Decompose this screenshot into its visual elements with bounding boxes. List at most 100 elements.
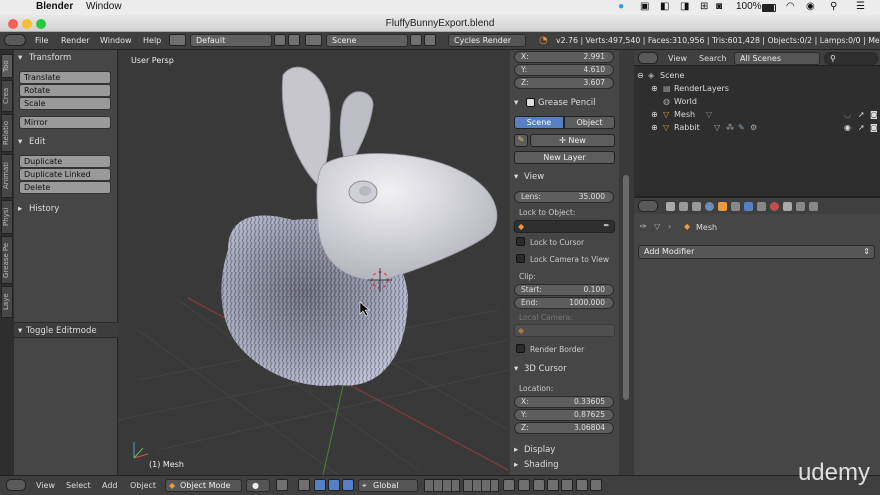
mirror-button[interactable]: Mirror [19,116,111,129]
data-tab-icon[interactable] [757,202,766,211]
status-icon-3[interactable]: ◨ [680,1,689,12]
location-y-field[interactable]: Y: 4.610 [514,64,614,76]
twitter-icon[interactable]: ● [618,1,624,12]
opengl-anim-icon[interactable] [590,479,602,491]
viewport-editor-icon[interactable] [6,479,26,491]
collapse-icon[interactable]: ⊖ [637,69,644,82]
outliner-menu-view[interactable]: View [668,54,687,63]
outliner-row-renderlayers[interactable]: ⊕ ▤ RenderLayers [634,82,880,95]
grease-pencil-collapse-icon[interactable]: ▾ [514,98,518,108]
scrollbar-thumb[interactable] [623,175,629,400]
menu-icon[interactable]: ☰ [856,1,865,12]
new-layer-button[interactable]: New Layer [514,151,615,164]
render-border-checkbox[interactable] [516,344,525,353]
menu-view[interactable]: View [36,481,55,490]
outliner-filter-dropdown[interactable]: All Scenes [734,52,820,65]
translate-manipulator-icon[interactable] [314,479,326,491]
expand-icon-mesh[interactable]: ⊕ [651,108,658,121]
duplicate-button[interactable]: Duplicate [19,155,111,168]
outliner-row-mesh[interactable]: ⊕ ▽ Mesh ▽ ◡ ➚ ◙ [634,108,880,121]
cursor-x-field[interactable]: X: 0.33605 [514,396,614,408]
outliner-row-rabbit[interactable]: ⊕ ▽ Rabbit ▽ ⁂ ✎ ⚙ ◉ ➚ ◙ [634,121,880,134]
clip-end-field[interactable]: End: 1000.000 [514,297,614,309]
snap-toggle-icon[interactable] [533,479,545,491]
physics-tab-icon[interactable] [809,202,818,211]
menu-window[interactable]: Window [100,36,132,45]
outliner-menu-search[interactable]: Search [699,54,726,63]
modifiers-tab-icon[interactable] [744,202,753,211]
expand-icon-rabbit[interactable]: ⊕ [651,121,658,134]
gp-new-button[interactable]: ✛ New [530,134,615,147]
tab-create[interactable]: Crea [1,80,13,112]
zoom-window-button[interactable] [36,19,46,29]
transform-collapse-icon[interactable]: ▾ [18,53,22,63]
tab-grease-pencil[interactable]: Grease Pe [1,236,13,284]
lock-object-field[interactable]: ◆ ✒ [514,220,615,233]
location-x-field[interactable]: X: 2.991 [514,51,614,63]
outliner-row-scene[interactable]: ⊖ ◈ Scene [634,69,880,82]
tab-tools[interactable]: Too [1,54,13,78]
history-title[interactable]: History [29,204,59,214]
mode-dropdown[interactable]: ◆ Object Mode [165,479,242,492]
add-scene-button[interactable] [410,34,422,46]
rabbit-head[interactable] [316,153,498,281]
rotate-manipulator-icon[interactable] [328,479,340,491]
search-icon[interactable]: ⚲ [830,1,837,12]
pin-icon[interactable]: ✑ [640,222,647,231]
texture-tab-icon[interactable] [783,202,792,211]
add-modifier-dropdown[interactable]: Add Modifier ⇕ [638,245,875,259]
world-tab-icon[interactable] [705,202,714,211]
manipulator-toggle-icon[interactable] [298,479,310,491]
scene-field[interactable]: Scene [326,34,408,47]
render-preview-icon[interactable] [561,479,573,491]
constraints-tab-icon[interactable] [731,202,740,211]
screen-layout-icon[interactable] [169,34,186,46]
scale-manipulator-icon[interactable] [342,479,354,491]
location-z-field[interactable]: Z: 3.607 [514,77,614,89]
transform-orientation-dropdown[interactable]: ⌖ Global [358,479,418,492]
app-menu-blender[interactable]: Blender [36,1,73,12]
close-window-button[interactable] [8,19,18,29]
outliner-editor-icon[interactable] [638,52,658,64]
render-tab-icon[interactable] [666,202,675,211]
visibility-eye-icon-rabbit[interactable]: ◉ [844,121,851,134]
layer-buttons-2[interactable] [463,479,499,492]
edit-title[interactable]: Edit [29,137,45,147]
layer-buttons-1[interactable] [424,479,460,492]
render-camera-icon-rabbit[interactable]: ◙ [870,121,878,134]
outliner-row-world[interactable]: ◍ World [634,95,880,108]
operator-collapse-icon[interactable]: ▾ [18,326,22,336]
gp-tab-scene[interactable]: Scene [514,116,564,129]
user-icon[interactable]: ◉ [806,1,815,12]
lens-field[interactable]: Lens: 35.000 [514,191,614,203]
outliner-search-input[interactable]: ⚲ [824,52,878,65]
particles-tab-icon[interactable] [796,202,805,211]
render-engine-dropdown[interactable]: Cycles Render [448,34,526,47]
battery-icon[interactable] [762,4,776,12]
viewport-shading-dropdown[interactable]: ● [246,479,270,492]
status-icon[interactable]: ▣ [640,1,649,12]
add-layout-button[interactable] [274,34,286,46]
scene-tab-icon[interactable] [692,202,701,211]
rotate-button[interactable]: Rotate [19,84,111,97]
tab-physics[interactable]: Physi [1,200,13,234]
minimize-window-button[interactable] [22,19,32,29]
history-expand-icon[interactable]: ▸ [18,204,22,214]
pencil-icon[interactable]: ✎ [514,134,528,147]
cursor-y-field[interactable]: Y: 0.87625 [514,409,614,421]
tab-relations[interactable]: Relatio [1,114,13,152]
properties-editor-icon[interactable] [638,200,658,212]
shading-expand-icon[interactable]: ▸ [514,460,518,470]
pivot-point-icon[interactable] [276,479,288,491]
editor-type-icon[interactable] [4,34,26,46]
edit-collapse-icon[interactable]: ▾ [18,137,22,147]
view-collapse-icon[interactable]: ▾ [514,172,518,182]
cursor-collapse-icon[interactable]: ▾ [514,364,518,374]
eyedropper-icon[interactable]: ✒ [603,221,610,230]
opengl-render-icon[interactable] [576,479,588,491]
display-panel-title[interactable]: Display [524,445,555,455]
menu-object[interactable]: Object [130,481,156,490]
status-icon-4[interactable]: ⊞ [700,1,708,12]
lock-camera-checkbox[interactable] [516,254,525,263]
grease-pencil-checkbox[interactable] [526,98,535,107]
